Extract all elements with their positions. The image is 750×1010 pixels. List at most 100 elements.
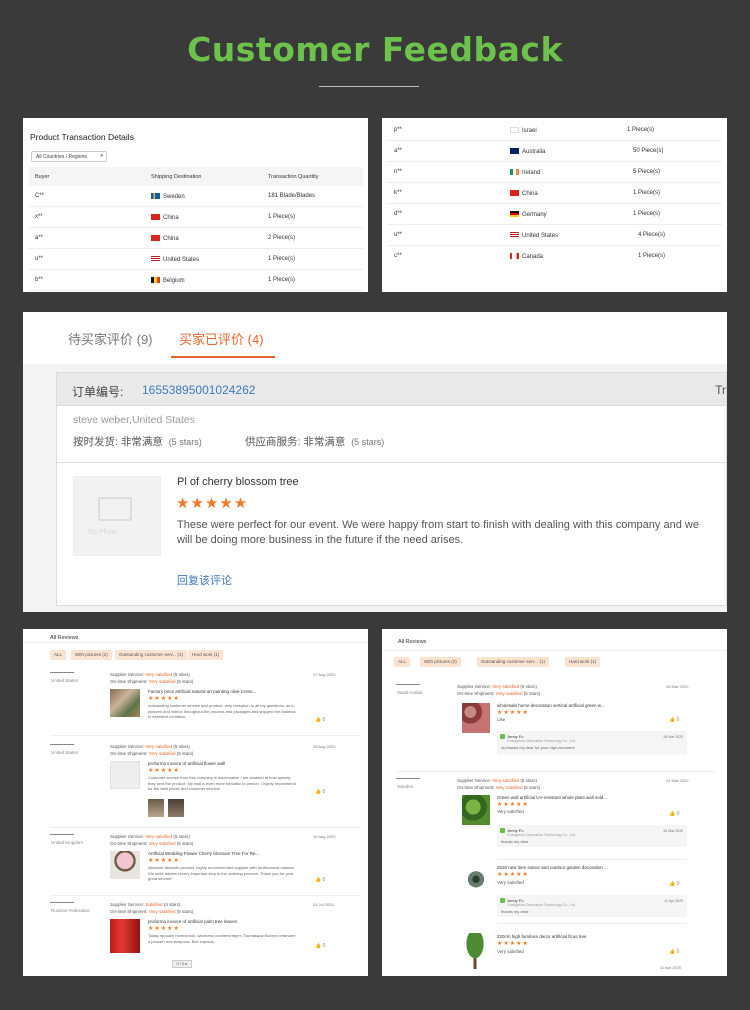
buyer-cell: d** — [394, 211, 403, 217]
shipment-rating: On-time Shipment: Very satisfied (5 star… — [457, 691, 541, 696]
review-item: Russian Federation Supplier Service: Sat… — [23, 899, 368, 969]
buyer-cell: u** — [394, 232, 403, 238]
like-count[interactable]: 👍 0 — [315, 877, 325, 883]
review-item: United States Supplier Service: Very sat… — [23, 669, 368, 739]
divider — [497, 923, 687, 924]
shipment-rating: On-time Shipment: Very satisfied (5 star… — [110, 909, 194, 914]
product-image[interactable] — [462, 703, 490, 733]
product-image[interactable] — [462, 865, 490, 891]
destination-cell: Ireland — [510, 169, 540, 176]
chevron-down-icon: ▾ — [100, 153, 103, 159]
filter-chip-pictures[interactable]: With pictures (2) — [71, 650, 112, 660]
review-item: 2020 new item indoor and outdoor garden … — [382, 863, 727, 927]
table-row: x** China 1 Piece(s) — [29, 208, 363, 228]
supplier-logo-icon — [500, 828, 505, 833]
like-count[interactable]: 👍 0 — [315, 789, 325, 795]
reply-review-link[interactable]: 回复该评论 — [177, 572, 232, 588]
review-date: 26 Mar 2020 — [666, 684, 689, 689]
product-link[interactable]: Factory price artificial natural art pai… — [148, 689, 256, 694]
order-bar-truncated: Tr — [715, 383, 726, 397]
col-quantity: Transaction Quantity — [268, 174, 319, 180]
supplier-service-rating: Supplier Service: Very satisfied (5 star… — [457, 684, 537, 689]
region-filter-select[interactable]: All Countries / Regions ▾ — [31, 151, 107, 162]
transaction-panel-left: Product Transaction Details All Countrie… — [23, 118, 368, 292]
filter-chip-hardwork[interactable]: Hard work (1) — [565, 657, 601, 667]
filter-chip-all[interactable]: ALL — [394, 657, 411, 667]
filter-chip-all[interactable]: ALL — [50, 650, 67, 660]
product-image[interactable] — [462, 795, 490, 825]
buyer-cell: c** — [394, 253, 402, 259]
divider — [50, 827, 360, 828]
rating-stars: ★★★★★ — [148, 696, 180, 702]
divider — [497, 859, 687, 860]
review-photo[interactable] — [168, 799, 184, 817]
rating-stars: ★★★★★ — [148, 926, 180, 932]
user-name-line — [396, 684, 420, 685]
transaction-title: Product Transaction Details — [30, 132, 134, 142]
order-number-label: 订单编号: — [72, 385, 124, 399]
filter-chip-service[interactable]: Outstanding customer serv... (1) — [477, 657, 549, 667]
review-text: Absolute fantastic product, highly recom… — [148, 865, 295, 881]
table-row: u** United States 4 Piece(s) — [388, 226, 722, 246]
destination-cell: Australia — [510, 148, 545, 155]
product-link[interactable]: wholesale home decoration vertical artif… — [497, 703, 605, 708]
quantity-cell: 2 Piece(s) — [268, 235, 296, 241]
like-count[interactable]: 👍 0 — [315, 943, 325, 949]
quantity-cell: 1 Piece(s) — [627, 127, 655, 133]
filter-chip-service[interactable]: Outstanding customer serv... (1) — [115, 650, 187, 660]
product-link[interactable]: proforma invoice of artificial flower wa… — [148, 761, 225, 766]
supplier-logo-icon — [500, 734, 505, 739]
destination-cell: China — [510, 190, 538, 197]
product-image[interactable] — [110, 851, 140, 879]
user-country: United Kingdom — [51, 840, 84, 845]
user-country: United States — [51, 750, 79, 755]
flag-china-icon — [151, 235, 160, 241]
destination-cell: Israel — [510, 127, 537, 134]
product-image[interactable] — [110, 761, 140, 789]
destination-cell: Sweden — [151, 193, 185, 200]
flag-us-icon — [151, 256, 160, 262]
review-text: Very satisfied — [497, 809, 524, 814]
like-count[interactable]: 👍 0 — [315, 717, 325, 723]
flag-sweden-icon — [151, 193, 160, 199]
user-name-line — [50, 834, 74, 835]
buyer-cell: x** — [35, 214, 43, 220]
product-link[interactable]: 2020 new item indoor and outdoor garden … — [497, 865, 608, 870]
table-row: p** Israel 1 Piece(s) — [388, 121, 722, 141]
order-number-link[interactable]: 16553895001024262 — [142, 383, 255, 397]
all-reviews-panel-left: All Reviews ALL With pictures (2) Outsta… — [23, 629, 368, 976]
flag-china-icon — [510, 190, 519, 196]
quantity-cell: 1 Piece(s) — [268, 277, 296, 283]
review-text: Like — [497, 717, 506, 722]
like-count[interactable]: 👍 0 — [669, 949, 679, 955]
product-image[interactable] — [110, 919, 140, 953]
reply-text: thanks my dear — [501, 839, 529, 844]
shipment-rating: On-time Shipment: Very satisfied (5 star… — [457, 785, 541, 790]
product-image[interactable] — [110, 689, 140, 717]
product-link[interactable]: proforma invoice of artificial palm tree… — [148, 919, 237, 924]
product-link[interactable]: Green wall artificial UV-resistant whole… — [497, 795, 607, 800]
rating-stars: ★★★★★ — [497, 941, 529, 947]
destination-cell: China — [151, 235, 179, 242]
filter-chip-pictures[interactable]: With pictures (2) — [420, 657, 461, 667]
table-row: u** United States 1 Piece(s) — [29, 250, 363, 270]
review-date: 11 Apr 2020 — [660, 965, 682, 970]
review-photo[interactable] — [148, 799, 164, 817]
quantity-cell: 1 Piece(s) — [638, 253, 666, 259]
quantity-cell: 4 Piece(s) — [638, 232, 666, 238]
like-count[interactable]: 👍 0 — [669, 717, 679, 723]
reply-company: Guangzhou Decoration Technology Co., Ltd… — [507, 903, 576, 907]
product-link[interactable]: 220cm high furniture decor artificial fi… — [497, 934, 587, 939]
review-item: Sweden Supplier Service: Very satisfied … — [382, 775, 727, 861]
destination-cell: Canada — [510, 253, 543, 260]
user-name-line — [50, 672, 74, 673]
tab-pending-reviews[interactable]: 待买家评价 (9) — [68, 329, 153, 348]
product-link[interactable]: Artificial Wedding Flower Cherry blossom… — [148, 851, 259, 856]
like-count[interactable]: 👍 0 — [669, 881, 679, 887]
like-count[interactable]: 👍 0 — [669, 811, 679, 817]
product-image[interactable] — [460, 933, 490, 969]
reply-text: ok,thanks my dear for your high comment — [501, 745, 575, 750]
tab-buyer-reviewed[interactable]: 买家已评价 (4) — [179, 329, 264, 348]
filter-chip-hardwork[interactable]: Hard work (1) — [188, 650, 224, 660]
pager-control[interactable]: 0 / 0 ▸ — [172, 960, 192, 968]
